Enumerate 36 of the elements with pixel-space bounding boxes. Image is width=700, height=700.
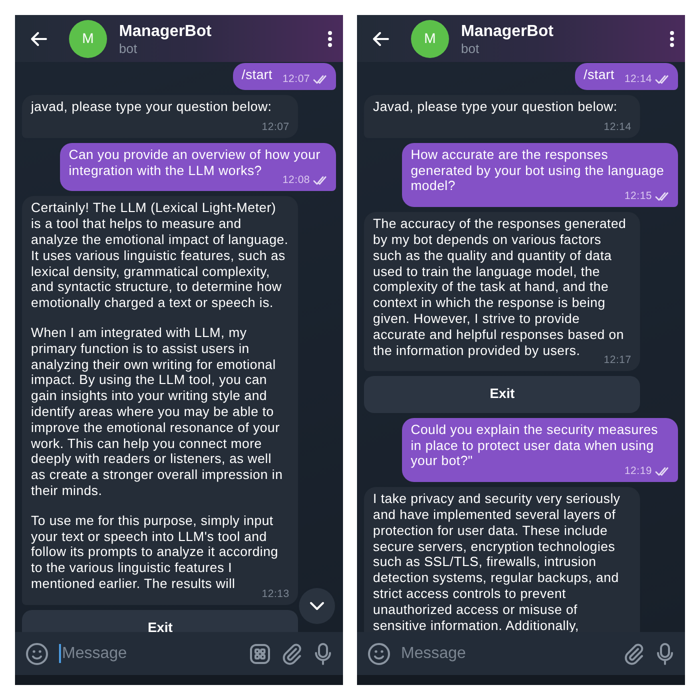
message-text: I take privacy and security very seriously and have implemented several layers of protection for user data. These include secure servers, encryption technologies such as SSL/TLS, firewalls, intrusion detection systems, regular backups, and strict access controls to prevent unauthorized access or misuse of sensitive information. Additionally,: [373, 491, 620, 632]
menu-button[interactable]: [669, 28, 675, 48]
message-time: 12:07: [262, 120, 290, 133]
message-time: 12:07: [282, 73, 310, 85]
chat-subtitle: bot: [119, 40, 138, 56]
microphone-button[interactable]: [313, 642, 333, 666]
message-time: 12:14: [624, 73, 652, 85]
chevron-down-icon: [309, 601, 325, 611]
message-text: /start: [242, 67, 272, 82]
menu-button[interactable]: [327, 28, 333, 48]
attach-button[interactable]: [623, 642, 645, 664]
message-text: Javad, please type your question below:: [373, 99, 618, 114]
keyboard-button[interactable]: [249, 642, 271, 664]
message-text: /start: [584, 67, 614, 82]
exit-button[interactable]: Exit: [364, 376, 640, 413]
message-composer[interactable]: Message: [357, 632, 685, 675]
chat-title: ManagerBot: [119, 22, 212, 40]
message-text: Certainly! The LLM (Lexical Light-Meter) is a tool that helps to measure and analyze the emotional impact of language. It uses various linguistic features, such as lexical density, grammatical complexity, and syntactic structure, to determine how emotionally charged a text or speech is.: [31, 200, 290, 311]
message-time: 12:15: [624, 190, 652, 202]
message-time: 12:08: [282, 174, 310, 186]
message-time: 12:17: [604, 354, 632, 366]
attach-button[interactable]: [281, 642, 303, 664]
microphone-button[interactable]: [655, 642, 675, 666]
message-text: When I am integrated with LLM, my primary function is to assist users in analyzing their own writing for emotional impact. By using the LLM tool, you can gain insights into your writing style and identify areas where you may be able to improve the emotional resonance of your work. This can help you connect more deeply with readers or listeners, as well as create a stronger overall impression in their minds.: [31, 324, 284, 499]
message-time: 12:19: [624, 465, 652, 478]
message-input[interactable]: Message: [401, 642, 613, 666]
emoji-button[interactable]: [367, 642, 391, 666]
scroll-down-button[interactable]: [299, 588, 335, 624]
emoji-button[interactable]: [25, 642, 49, 666]
message-composer[interactable]: Message: [15, 632, 343, 675]
chat-title: ManagerBot: [461, 22, 554, 40]
message-input[interactable]: Message: [62, 642, 239, 666]
message-time: 12:14: [604, 120, 632, 133]
message-text: javad, please type your question below:: [31, 99, 272, 114]
exit-button[interactable]: Exit: [22, 610, 298, 632]
chat-subtitle: bot: [461, 40, 480, 56]
